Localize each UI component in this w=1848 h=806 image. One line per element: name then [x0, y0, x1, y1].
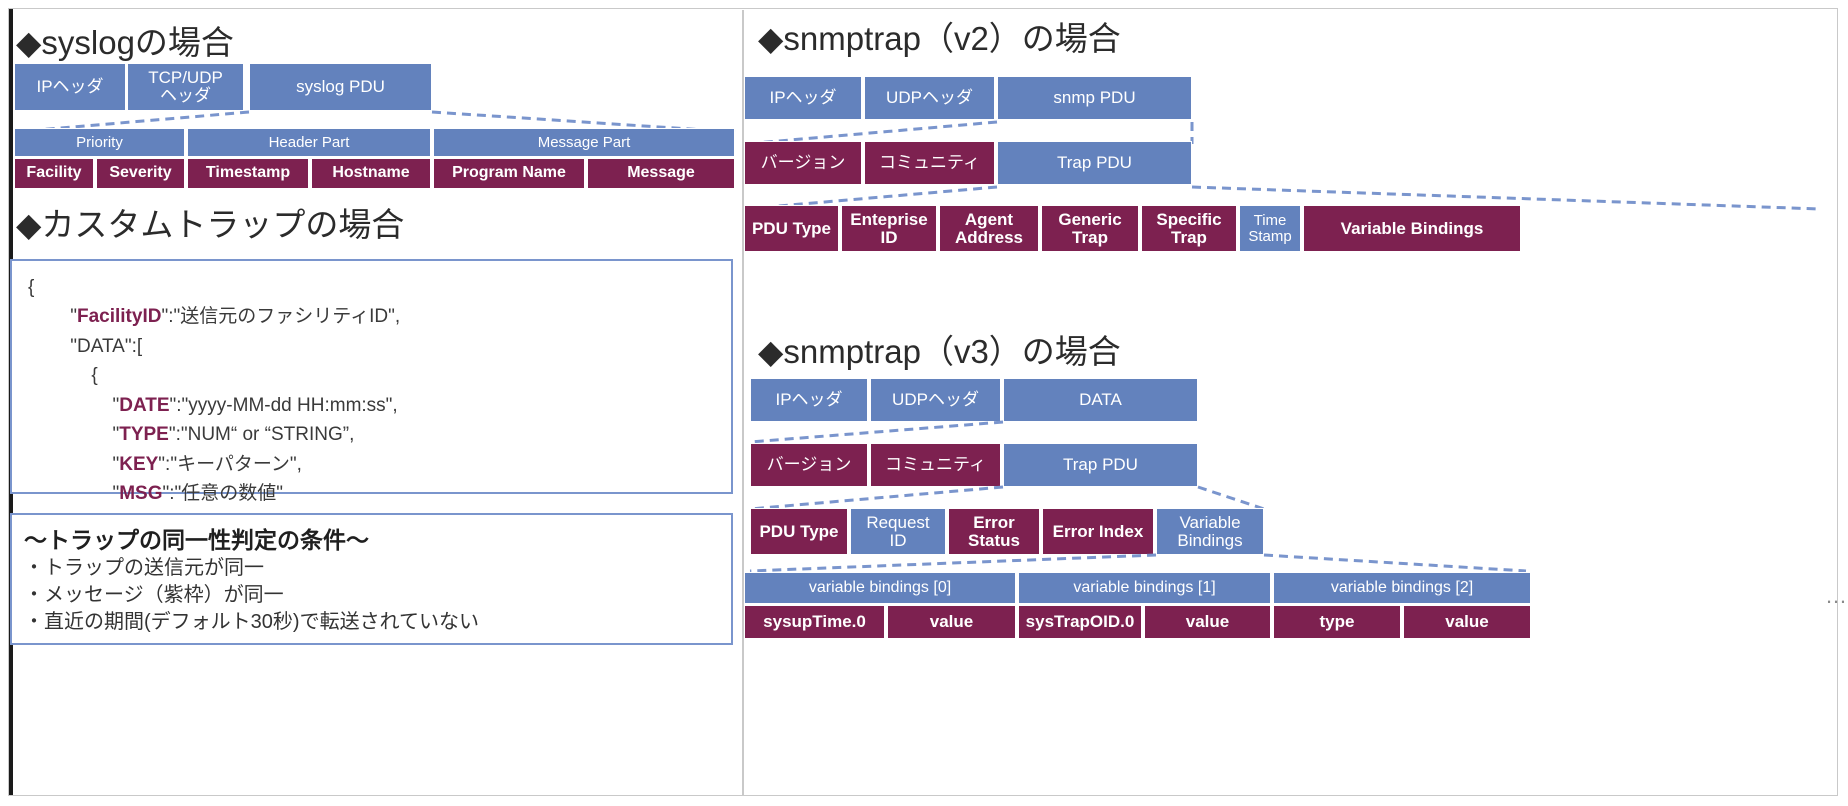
v2-l3-pdu-type: PDU Type [744, 205, 839, 252]
v3-l2-version: バージョン [750, 443, 868, 487]
v2-l1-ip-header: IPヘッダ [744, 76, 862, 120]
v2-l3-enterprise-id: Enteprise ID [841, 205, 937, 252]
syslog-l1-ip-header: IPヘッダ [14, 63, 126, 111]
conditions-line-2: ・メッセージ（紫枠）が同一 [24, 584, 284, 606]
heading-syslog: ◆syslogの場合 [16, 24, 234, 61]
v3-bindings-cell-value-1: value [1144, 605, 1271, 639]
v3-l2-trap-pdu: Trap PDU [1003, 443, 1198, 487]
syslog-l1-tcp-udp-header: TCP/UDP ヘッダ [127, 63, 244, 111]
v3-l3-pdu-type: PDU Type [750, 508, 848, 555]
v2-l3-generic-trap: Generic Trap [1041, 205, 1139, 252]
v2-l1-snmp-pdu: snmp PDU [997, 76, 1192, 120]
syslog-l3-hostname: Hostname [311, 158, 431, 189]
v3-bindings-cell-sysuptime: sysupTime.0 [744, 605, 885, 639]
syslog-l3-facility: Facility [14, 158, 94, 189]
conditions-line-3: ・直近の期間(デフォルト30秒)で転送されていない [24, 611, 479, 633]
conditions-title: ～トラップの同一性判定の条件～ [24, 527, 369, 553]
v3-l1-ip-header: IPヘッダ [750, 378, 868, 422]
syslog-l1-syslog-pdu: syslog PDU [249, 63, 432, 111]
v3-l3-error-index: Error Index [1042, 508, 1154, 555]
v3-l1-data: DATA [1003, 378, 1198, 422]
conditions-line-1: ・トラップの送信元が同一 [24, 557, 264, 579]
v2-l3-agent-address: Agent Address [939, 205, 1039, 252]
syslog-l2-priority: Priority [14, 128, 185, 157]
v3-bindings-cell-type: type [1273, 605, 1401, 639]
v3-bindings-header-1: variable bindings [1] [1018, 572, 1271, 604]
v2-l1-udp-header: UDPヘッダ [864, 76, 995, 120]
v3-bindings-cell-systrapoid: sysTrapOID.0 [1018, 605, 1142, 639]
syslog-l3-message: Message [587, 158, 735, 189]
v2-l2-community: コミュニティ [864, 141, 995, 185]
heading-snmptrap-v2: ◆snmptrap（v2）の場合 [758, 20, 1121, 57]
conditions-panel: ～トラップの同一性判定の条件～ ・トラップの送信元が同一 ・メッセージ（紫枠）が… [10, 513, 733, 645]
v3-l3-request-id: Request ID [850, 508, 946, 555]
v3-bindings-cell-value-0: value [887, 605, 1016, 639]
v3-bindings-header-2: variable bindings [2] [1273, 572, 1531, 604]
heading-custom-trap: ◆カスタムトラップの場合 [16, 206, 405, 243]
syslog-l3-severity: Severity [96, 158, 185, 189]
syslog-l2-message-part: Message Part [433, 128, 735, 157]
v3-l3-variable-bindings: Variable Bindings [1156, 508, 1264, 555]
syslog-l2-header-part: Header Part [187, 128, 431, 157]
v2-l3-time-stamp: Time Stamp [1239, 205, 1301, 252]
custom-trap-code-panel: { "FacilityID":"送信元のファシリティID", "DATA":[ … [10, 259, 733, 592]
v3-bindings-header-0: variable bindings [0] [744, 572, 1016, 604]
syslog-l3-timestamp: Timestamp [187, 158, 309, 189]
column-divider [742, 10, 744, 796]
v3-l1-udp-header: UDPヘッダ [870, 378, 1001, 422]
v2-l3-specific-trap: Specific Trap [1141, 205, 1237, 252]
v3-l2-community: コミュニティ [870, 443, 1001, 487]
slide-canvas: ◆syslogの場合 IPヘッダ TCP/UDP ヘッダ syslog PDU … [0, 0, 1848, 806]
syslog-l3-program-name: Program Name [433, 158, 585, 189]
v3-bindings-cell-value-2: value [1403, 605, 1531, 639]
v3-l3-error-status: Error Status [948, 508, 1040, 555]
v2-l2-trap-pdu: Trap PDU [997, 141, 1192, 185]
heading-snmptrap-v3: ◆snmptrap（v3）の場合 [758, 333, 1121, 370]
v2-l2-version: バージョン [744, 141, 862, 185]
v2-l3-variable-bindings: Variable Bindings [1303, 205, 1521, 252]
bindings-overflow-ellipsis: … [1825, 583, 1848, 608]
